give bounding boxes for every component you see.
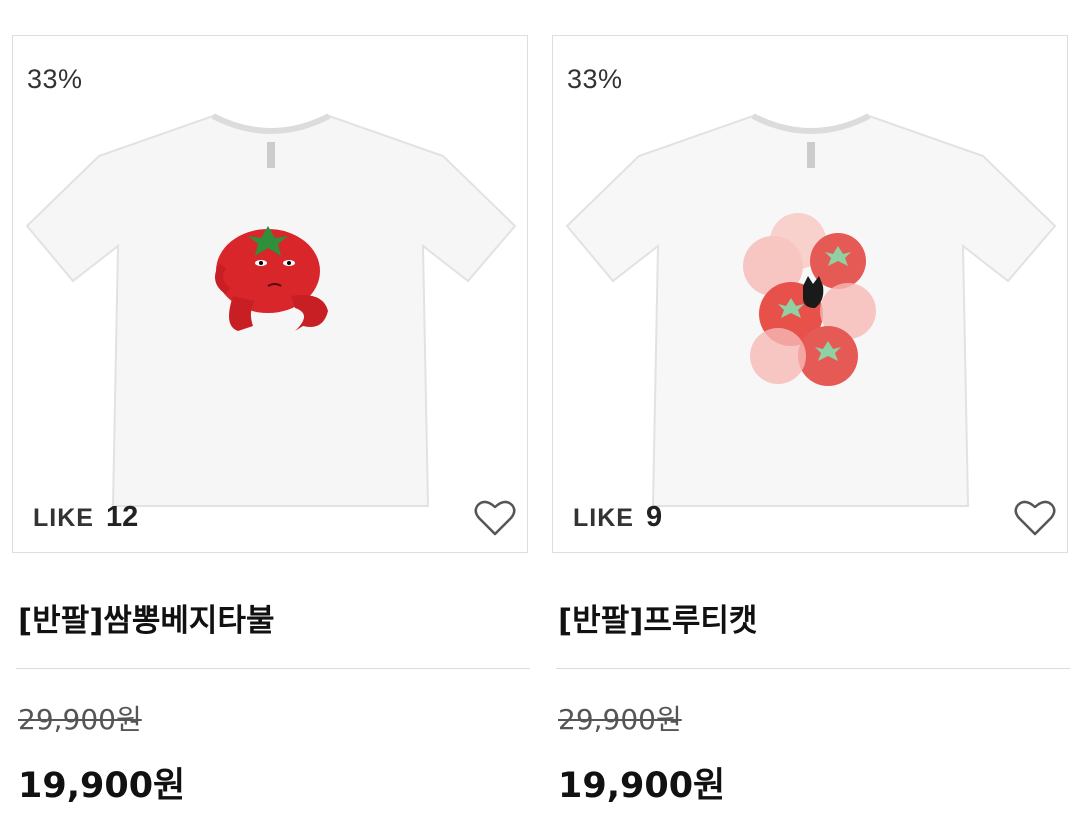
sale-price: 19,900원 <box>558 766 726 806</box>
product-thumbnail[interactable]: 33% LIKE 12 <box>12 35 528 553</box>
heart-icon[interactable] <box>473 498 517 538</box>
like-count: LIKE 12 <box>33 501 138 534</box>
tshirt-tomatoes-cat-icon <box>565 113 1057 507</box>
original-price: 29,900원 <box>558 703 682 736</box>
heart-icon[interactable] <box>1013 498 1057 538</box>
divider <box>556 668 1070 669</box>
like-label: LIKE <box>573 504 634 532</box>
like-number: 12 <box>105 501 139 533</box>
like-number: 9 <box>645 501 663 533</box>
product-thumbnail[interactable]: 33% LIKE 9 <box>552 35 1068 553</box>
product-card[interactable]: 33% LIKE 9 [반팔]프루티캣 29,900원 19,900원 <box>552 0 1072 837</box>
like-count: LIKE 9 <box>573 501 662 534</box>
tshirt-tomato-character-icon <box>25 113 517 507</box>
product-title[interactable]: [반팔]프루티캣 <box>558 595 757 640</box>
product-title[interactable]: [반팔]쌈뽕베지타불 <box>18 595 275 640</box>
divider <box>16 668 530 669</box>
sale-price: 19,900원 <box>18 766 186 806</box>
like-label: LIKE <box>33 504 94 532</box>
product-card[interactable]: 33% LIKE 12 [반팔]쌈뽕베지타불 29,900원 19,900원 <box>12 0 532 837</box>
original-price: 29,900원 <box>18 703 142 736</box>
